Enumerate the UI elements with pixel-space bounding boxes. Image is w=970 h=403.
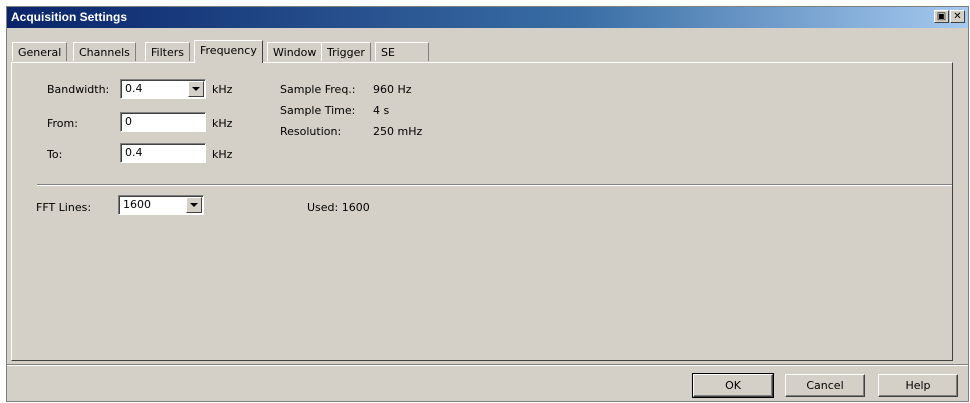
from-label: From: <box>47 117 78 130</box>
close-button[interactable]: ✕ <box>950 10 965 23</box>
fft-lines-select[interactable]: 1600 <box>118 195 204 215</box>
bandwidth-label: Bandwidth: <box>47 83 110 96</box>
to-input[interactable]: 0.4 <box>120 143 206 163</box>
bandwidth-unit: kHz <box>212 83 233 96</box>
used-fft-lines-text: Used: 1600 <box>307 201 370 214</box>
tab-channels[interactable]: Channels <box>73 42 136 61</box>
sample-freq-value: 960 Hz <box>373 83 412 96</box>
resolution-label: Resolution: <box>280 125 342 138</box>
tab-frequency[interactable]: Frequency <box>194 40 263 63</box>
bandwidth-select[interactable]: 0.4 <box>120 79 206 99</box>
tab-se[interactable]: SE <box>375 42 429 61</box>
button-bar-divider <box>7 364 968 366</box>
close-icon: ✕ <box>953 11 962 22</box>
tab-general[interactable]: General <box>12 42 68 61</box>
from-input[interactable]: 0 <box>120 112 206 132</box>
resolution-value: 250 mHz <box>373 125 423 138</box>
restore-button[interactable]: ▣ <box>934 10 949 23</box>
cancel-button[interactable]: Cancel <box>785 374 865 397</box>
to-unit: kHz <box>212 148 233 161</box>
sample-time-value: 4 s <box>373 104 390 117</box>
fft-lines-label: FFT Lines: <box>36 201 92 214</box>
section-divider <box>37 184 952 186</box>
chevron-down-icon[interactable] <box>188 81 204 97</box>
fft-lines-value: 1600 <box>123 198 151 211</box>
title-bar: Acquisition Settings ▣ ✕ <box>7 7 968 28</box>
from-unit: kHz <box>212 117 233 130</box>
ok-button[interactable]: OK <box>692 373 774 398</box>
sample-time-label: Sample Time: <box>280 104 356 117</box>
tab-filters[interactable]: Filters <box>145 42 190 61</box>
tab-window[interactable]: Window <box>267 42 323 61</box>
restore-icon: ▣ <box>936 11 947 22</box>
sample-freq-label: Sample Freq.: <box>280 83 356 96</box>
to-label: To: <box>47 148 63 161</box>
acquisition-settings-dialog: Acquisition Settings ▣ ✕ General Channel… <box>6 6 969 402</box>
chevron-down-icon[interactable] <box>186 197 202 213</box>
tab-trigger[interactable]: Trigger <box>321 42 371 61</box>
help-button[interactable]: Help <box>878 374 958 397</box>
bandwidth-value: 0.4 <box>125 82 143 95</box>
window-title: Acquisition Settings <box>11 10 128 24</box>
